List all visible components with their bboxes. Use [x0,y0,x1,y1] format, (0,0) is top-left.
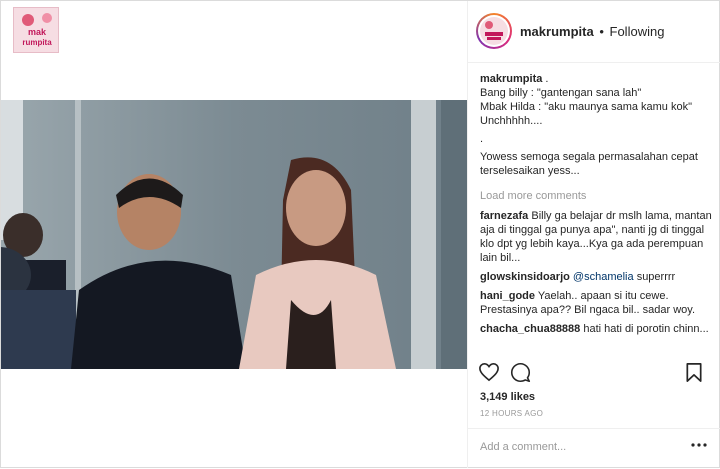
following-button[interactable]: Following [610,24,665,39]
comment-item: chacha_chua88888 hati hati di porotin ch… [480,322,716,336]
header-separator: • [599,24,604,39]
comments-list: makrumpita . Bang billy : "gantengan san… [480,72,716,341]
bookmark-icon[interactable] [685,362,703,383]
post-video[interactable] [1,100,467,369]
comment-username-link[interactable]: chacha_chua88888 [480,323,580,335]
caption-username-link[interactable]: makrumpita [480,73,542,85]
caption-line: Unchhhhh.... [480,115,543,127]
post-caption: makrumpita . Bang billy : "gantengan san… [480,72,716,178]
caption-line: Mbak Hilda : "aku maunya sama kamu kok" [480,101,693,113]
comment-username-link[interactable]: farnezafa [480,210,528,222]
heart-icon[interactable] [478,362,500,382]
post-details-panel: makrumpita • Following makrumpita . Bang… [467,1,720,468]
load-more-comments-link[interactable]: Load more comments [480,189,716,203]
comment-item: hani_gode Yaelah.. apaan si itu cewe. Pr… [480,289,716,317]
caption-line: Bang billy : "gantengan sana lah" [480,87,642,99]
comment-item: farnezafa Billy ga belajar dr mslh lama,… [480,209,716,265]
comment-username-link[interactable]: hani_gode [480,290,535,302]
instagram-post-embed: mak rumpita makrumpita • Following makru… [0,0,720,468]
header-username-link[interactable]: makrumpita [520,24,594,39]
action-bar [468,354,720,390]
comment-username-link[interactable]: glowskinsidoarjo [480,271,570,283]
brand-logo-top: mak [28,27,47,37]
likes-count[interactable]: 3,149 likes [480,391,535,403]
comment-mention-link[interactable]: @schamelia [573,271,634,283]
comment-item: glowskinsidoarjo @schamelia superrrr [480,270,716,284]
add-comment-input[interactable]: Add a comment... [480,441,566,453]
profile-avatar[interactable] [476,13,512,49]
caption-line: . [545,73,549,85]
video-frame-image [1,100,467,369]
caption-line: terselesaikan yess... [480,165,580,177]
avatar-logo-icon [485,21,503,40]
more-horizontal-icon[interactable] [691,443,707,447]
comment-icon[interactable] [510,362,531,383]
brand-logo-bottom: rumpita [22,38,52,47]
post-timestamp: 12 HOURS AGO [480,409,544,418]
comment-text: hati hati di porotin chinn... [583,323,709,335]
caption-line: Yowess semoga segala permasalahan cepat [480,151,698,163]
comment-text: superrrr [636,271,676,283]
post-header: makrumpita • Following [468,1,720,63]
brand-logo: mak rumpita [13,7,59,53]
add-comment-section: Add a comment... [468,428,720,469]
caption-line: . [480,133,484,145]
